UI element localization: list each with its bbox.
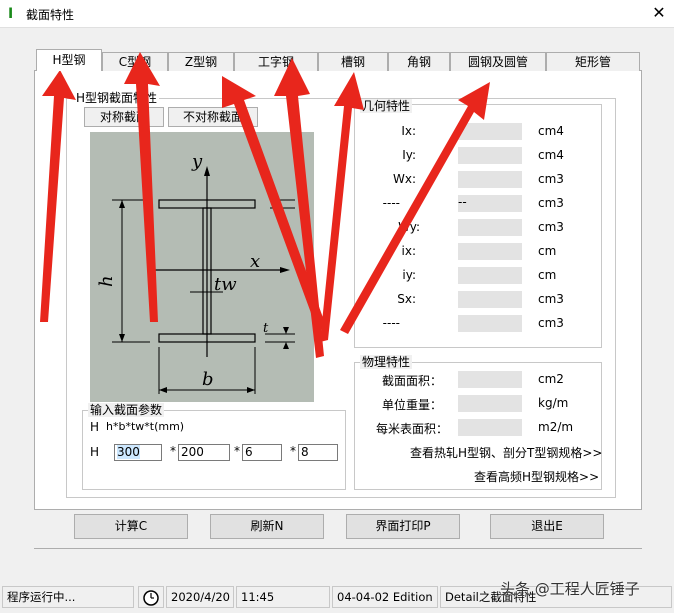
geo-label-ix: Ix: (401, 124, 416, 138)
phys-label-surface: 每米表面积： (375, 422, 448, 436)
tab-angle[interactable]: 角钢 (388, 52, 450, 71)
phys-value-weight (458, 395, 522, 412)
print-button[interactable]: 界面打印P (346, 514, 460, 539)
geo-unit-wx2: cm3 (538, 196, 564, 210)
width-input[interactable]: 200 (178, 444, 230, 461)
b-label: b (202, 369, 214, 390)
clock-icon (138, 586, 164, 608)
input-row-prefix: H (90, 445, 100, 459)
symmetric-button[interactable]: 对称截面 (84, 107, 164, 127)
phys-value-surface (458, 419, 522, 436)
asymmetric-button[interactable]: 不对称截面 (168, 107, 258, 127)
geo-label-iy: Iy: (402, 148, 416, 162)
geo-label-wx2: ---- (382, 196, 400, 210)
refresh-button[interactable]: 刷新N (210, 514, 324, 539)
phys-label-weight: 单位重量： (381, 398, 442, 412)
geo-value-ix (458, 123, 522, 140)
geo-value-iy (458, 147, 522, 164)
flange-thickness-input[interactable]: 8 (298, 444, 338, 461)
tab-i-beam[interactable]: 工字钢 (234, 52, 318, 71)
geo-value-sx2 (458, 315, 522, 332)
geo-value-wy (458, 219, 522, 236)
geo-label-wx: Wx: (392, 172, 416, 186)
watermark: 头条 @工程人匠锤子 (500, 580, 640, 598)
geo-unit-sx2: cm3 (538, 316, 564, 330)
phys-label-area: 截面面积： (381, 374, 442, 388)
phys-unit-surface: m2/m (538, 420, 574, 434)
sep-3: * (290, 444, 296, 458)
height-input[interactable]: 300 (114, 444, 162, 461)
h-section-svg: y x h tw b t (96, 151, 295, 394)
tab-c-steel[interactable]: C型钢 (102, 52, 168, 71)
geo-unit-ix-radius: cm (538, 244, 557, 258)
exit-button[interactable]: 退出E (490, 514, 604, 539)
geo-unit-sx: cm3 (538, 292, 564, 306)
geo-unit-wy: cm3 (538, 220, 564, 234)
geo-label-iy-radius: iy: (402, 268, 416, 282)
phys-unit-area: cm2 (538, 372, 564, 386)
geo-value-sx (458, 291, 522, 308)
geo-value-ix-radius (458, 243, 522, 260)
physical-group-title: 物理特性 (360, 355, 413, 369)
geo-value-iy-radius (458, 267, 522, 284)
status-state: 程序运行中... (2, 586, 134, 608)
tw-label: tw (214, 274, 237, 295)
geo-unit-wx: cm3 (538, 172, 564, 186)
status-date: 2020/4/20 (166, 586, 234, 608)
app-icon: I (8, 6, 14, 22)
geo-value-wx2: -- (458, 195, 522, 212)
x-axis-label: x (250, 251, 260, 272)
status-time: 11:45 (236, 586, 330, 608)
tab-round-tube[interactable]: 圆钢及圆管 (450, 52, 546, 71)
geo-label-ix-radius: ix: (401, 244, 416, 258)
calculate-button[interactable]: 计算C (74, 514, 188, 539)
geo-unit-iy-radius: cm (538, 268, 557, 282)
window-title: 截面特性 (26, 8, 75, 22)
hf-spec-link[interactable]: 查看高频H型钢规格>> (474, 468, 599, 485)
h-label: h (96, 275, 117, 287)
phys-value-area (458, 371, 522, 388)
formula-text: h*b*tw*t(mm) (106, 420, 185, 433)
web-thickness-input[interactable]: 6 (242, 444, 282, 461)
sep-2: * (234, 444, 240, 458)
geo-value-wx (458, 171, 522, 188)
status-edition: 04-04-02 Edition (332, 586, 438, 608)
h-section-drawing: y x h tw b t (90, 132, 314, 402)
tab-h-steel[interactable]: H型钢 (36, 49, 102, 71)
sep-1: * (170, 444, 176, 458)
geo-unit-iy: cm4 (538, 148, 564, 162)
y-axis-label: y (191, 151, 203, 172)
hot-rolled-spec-link[interactable]: 查看热轧H型钢、剖分T型钢规格>> (410, 444, 602, 461)
input-group-title: 输入截面参数 (88, 403, 165, 417)
title-bar (0, 0, 674, 28)
geo-label-sx: Sx: (397, 292, 416, 306)
tab-rect-tube[interactable]: 矩形管 (546, 52, 640, 71)
tab-z-steel[interactable]: Z型钢 (168, 52, 234, 71)
tab-channel[interactable]: 槽钢 (318, 52, 388, 71)
formula-prefix: H (90, 420, 100, 434)
geo-unit-ix: cm4 (538, 124, 564, 138)
section-group-title: H型钢截面特性 (74, 91, 160, 105)
t-label: t (263, 321, 269, 336)
frame-divider (34, 548, 642, 549)
geo-label-wy: Wy: (398, 220, 420, 234)
height-value: 300 (117, 445, 140, 459)
close-button[interactable]: ✕ (650, 4, 668, 22)
geometry-group-title: 几何特性 (360, 99, 413, 113)
phys-unit-weight: kg/m (538, 396, 569, 410)
geo-label-sx2: ---- (382, 316, 400, 330)
